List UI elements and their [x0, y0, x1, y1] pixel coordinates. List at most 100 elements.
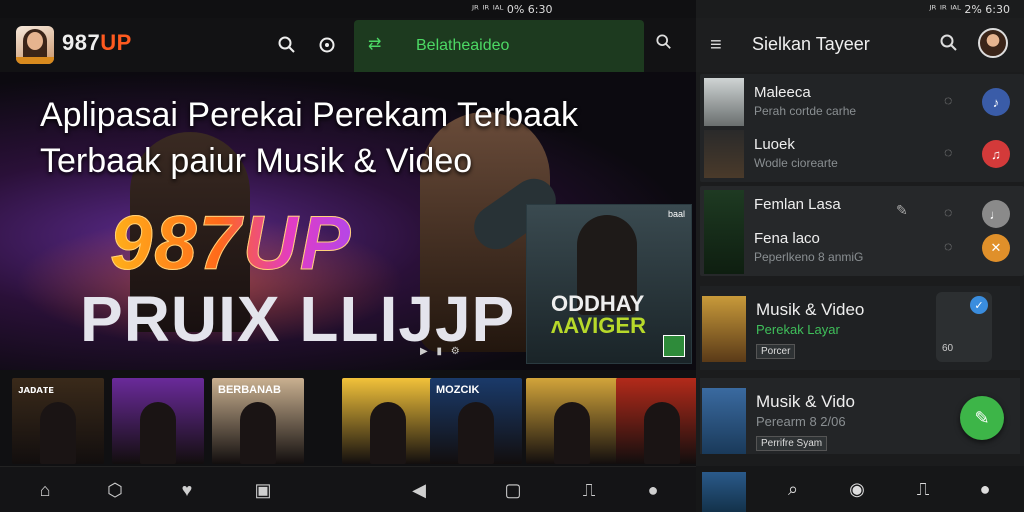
- performer-figure: [240, 402, 276, 464]
- hero-title-line2: Terbaak paiur Musik & Video: [40, 142, 473, 180]
- chat-icon[interactable]: ◌: [944, 238, 952, 254]
- search-bar[interactable]: ⇄: [354, 20, 644, 72]
- side-thumbnail[interactable]: ✓ 60: [936, 292, 992, 362]
- search-icon-right[interactable]: [940, 34, 958, 57]
- camera-icon[interactable]: ▣: [252, 479, 274, 501]
- profile-nav-icon[interactable]: ●: [974, 478, 996, 500]
- chat-icon[interactable]: ◌: [944, 92, 952, 108]
- edit-icon[interactable]: ✎: [896, 202, 908, 219]
- check-icon: ✓: [970, 296, 988, 314]
- performer-figure: [40, 402, 76, 464]
- side-thumbnail-label: 60: [942, 343, 954, 354]
- brand-name: 987UP: [62, 30, 132, 56]
- favorite-icon[interactable]: ♥: [176, 479, 198, 501]
- status-text: ᴶᴿ ᴵᴿ ᴵᴬᴸ 0% 6:30: [472, 2, 553, 16]
- refresh-icon[interactable]: [316, 34, 338, 56]
- mic-icon[interactable]: ♪: [982, 88, 1010, 116]
- performer-figure: [554, 402, 590, 464]
- item-title: Femlan Lasa: [754, 196, 841, 213]
- card-thumbnail: [702, 388, 746, 454]
- item-title: Maleeca: [754, 84, 811, 101]
- card-badge: baal: [667, 209, 685, 219]
- item-subtitle: Peperlkeno 8 anmiG: [754, 250, 864, 264]
- screen-title: Sielkan Tayeer: [752, 34, 870, 54]
- card-chip[interactable]: Porcer: [756, 344, 796, 359]
- featured-video-card[interactable]: baal ODDHAY ᴧAVIGER: [526, 204, 692, 364]
- card-subtitle: Perekak Layar: [756, 322, 840, 337]
- sync-icon[interactable]: ⇄: [368, 34, 381, 54]
- tools-icon[interactable]: ✕: [982, 234, 1010, 262]
- search-icon[interactable]: [276, 34, 298, 56]
- recorder-home-screen: ᴶᴿ ᴵᴿ ᴵᴬᴸ 0% 6:30 987UP ⇄ Belatheaideo A…: [0, 0, 708, 512]
- hero-title: Aplipasai Perekai Perekam Terbaak Terbaa…: [40, 92, 680, 184]
- playlist-screen: ᴶᴿ ᴵᴿ ᴵᴬᴸ 2% 6:30 ≡ Sielkan Tayeer Malee…: [696, 0, 1024, 512]
- home-icon[interactable]: ⌂: [34, 479, 56, 501]
- hero-brand-logo: 987UP: [109, 201, 353, 287]
- list-item[interactable]: Luoek Wodle ciorearte ◌ ♫: [700, 128, 1024, 180]
- thumbnail-card[interactable]: [616, 378, 708, 464]
- edit-fab-button[interactable]: ✎: [960, 396, 1004, 440]
- gallery-icon[interactable]: ▢: [502, 479, 524, 501]
- card-title: Musik & Vido: [756, 392, 855, 411]
- thumbnail-card[interactable]: BERBANAB: [212, 378, 304, 464]
- record-icon[interactable]: ◉: [846, 478, 868, 500]
- item-subtitle: Perah cortde carhe: [754, 104, 857, 118]
- thumbnail-card[interactable]: [342, 378, 434, 464]
- list-group-1: Maleeca Perah cortde carhe ◌ ♪ Luoek Wod…: [700, 74, 1024, 182]
- now-playing-thumbnail[interactable]: [702, 472, 746, 512]
- music-icon[interactable]: ♫: [982, 140, 1010, 168]
- card-thumbnail: [702, 296, 746, 362]
- card-logo-icon: [663, 335, 685, 357]
- chat-icon[interactable]: ◌: [944, 204, 952, 220]
- status-bar: ᴶᴿ ᴵᴿ ᴵᴬᴸ 0% 6:30: [472, 0, 552, 18]
- app-logo[interactable]: [16, 26, 54, 64]
- menu-icon[interactable]: ≡: [710, 34, 722, 57]
- bottom-navigation: ⌂ ⬡ ♥ ▣ ◀ ▢ ⎍ ●: [0, 466, 696, 512]
- status-bar-right: ᴶᴿ ᴵᴿ ᴵᴬᴸ 2% 6:30: [930, 0, 1010, 18]
- hero-banner[interactable]: Aplipasai Perekai Perekam Terbaak Terbaa…: [0, 72, 696, 370]
- right-bottom-navigation: ⌕ ◉ ⎍ ●: [696, 466, 1024, 512]
- brand-suffix: UP: [100, 30, 132, 55]
- brand-prefix: 987: [62, 30, 101, 55]
- hero-title-line1: Aplipasai Perekai Perekam Terbaak: [40, 96, 578, 134]
- list-group-2: Femlan Lasa ✎ ◌ ♩ Fena laco Peperlkeno 8…: [700, 186, 1024, 276]
- card-title-line2: ᴧAVIGER: [551, 313, 646, 338]
- profile-icon[interactable]: ●: [642, 479, 664, 501]
- item-title: Fena laco: [754, 230, 820, 247]
- item-thumbnail: [704, 130, 744, 178]
- explore-icon[interactable]: ⬡: [104, 479, 126, 501]
- right-top-bar: ≡ Sielkan Tayeer: [696, 18, 1024, 72]
- card-subtitle: Perearm 8 2/06: [756, 414, 846, 429]
- card-chip[interactable]: Perrifre Syam: [756, 436, 828, 451]
- back-icon[interactable]: ◀: [408, 479, 430, 501]
- user-avatar[interactable]: [978, 28, 1008, 58]
- library-nav-icon[interactable]: ⎍: [912, 478, 934, 500]
- thumbnail-card[interactable]: [112, 378, 204, 464]
- search-submit-icon[interactable]: [656, 34, 672, 55]
- search-nav-icon[interactable]: ⌕: [782, 478, 804, 500]
- item-thumbnail: [704, 78, 744, 126]
- performer-figure: [140, 402, 176, 464]
- list-item[interactable]: Maleeca Perah cortde carhe ◌ ♪: [700, 76, 1024, 128]
- card-title: Musik & Video: [756, 300, 865, 319]
- item-subtitle: Wodle ciorearte: [754, 156, 838, 170]
- hero-controls-icon[interactable]: ▶ ▮ ⚙: [420, 346, 463, 357]
- thumbnail-card[interactable]: MOZCIK: [430, 378, 522, 464]
- library-icon[interactable]: ⎍: [578, 479, 600, 501]
- item-title: Luoek: [754, 136, 795, 153]
- search-input[interactable]: [416, 34, 606, 58]
- app-root: ᴶᴿ ᴵᴿ ᴵᴬᴸ 0% 6:30 987UP ⇄ Belatheaideo A…: [0, 0, 1024, 512]
- performer-figure: [644, 402, 680, 464]
- list-item[interactable]: Fena laco Peperlkeno 8 anmiG ◌ ✕: [700, 222, 1024, 274]
- thumbnail-card[interactable]: ᴊᴀᴅᴀᴛᴇ: [12, 378, 104, 464]
- thumbnail-strip: ᴊᴀᴅᴀᴛᴇ BERBANAB MOZCIK: [0, 376, 708, 466]
- performer-figure: [370, 402, 406, 464]
- performer-figure: [458, 402, 494, 464]
- thumbnail-caption: ᴊᴀᴅᴀᴛᴇ: [18, 384, 54, 396]
- hero-subtitle: PRUIX LLIJJP: [80, 283, 516, 355]
- thumbnail-caption: MOZCIK: [436, 384, 480, 396]
- thumbnail-caption: BERBANAB: [218, 384, 281, 396]
- chat-icon[interactable]: ◌: [944, 144, 952, 160]
- thumbnail-card[interactable]: [526, 378, 618, 464]
- status-text-right: ᴶᴿ ᴵᴿ ᴵᴬᴸ 2% 6:30: [929, 2, 1010, 16]
